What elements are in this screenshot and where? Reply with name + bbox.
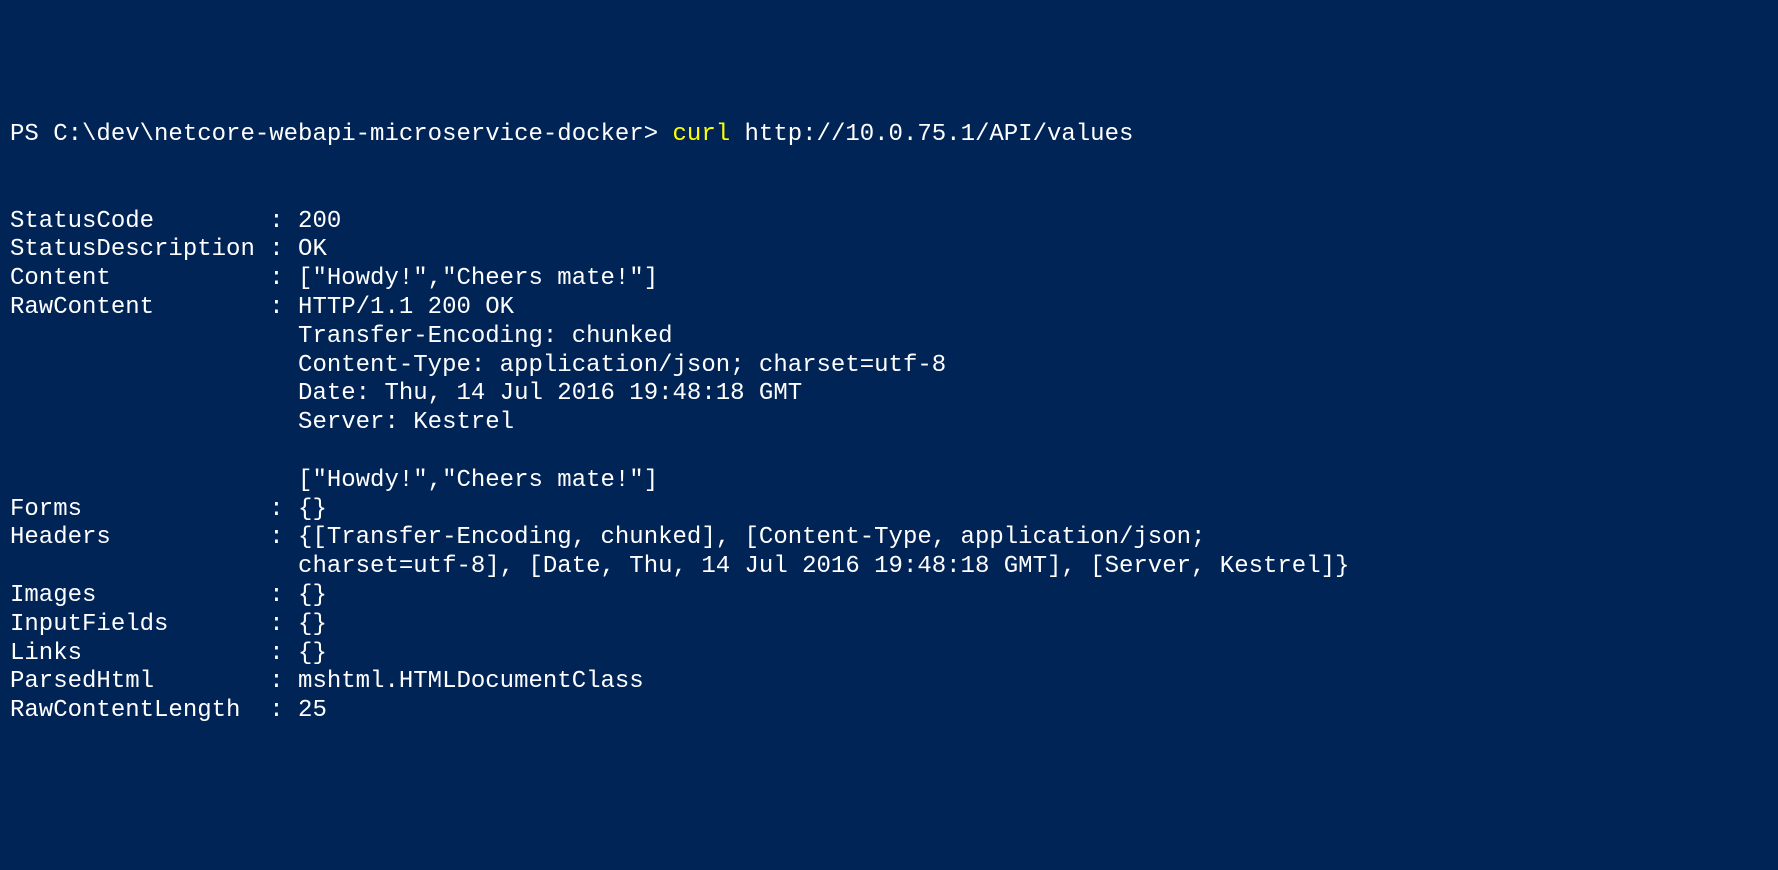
raw-content-row: RawContent : HTTP/1.1 200 OK (10, 294, 514, 321)
prompt-prefix: PS C:\dev\netcore-webapi-microservice-do… (10, 121, 673, 148)
raw-content-row: Date: Thu, 14 Jul 2016 19:48:18 GMT (10, 380, 802, 407)
raw-content-row: Transfer-Encoding: chunked (10, 323, 673, 350)
raw-content-length-row: RawContentLength : 25 (10, 697, 327, 724)
links-row: Links : {} (10, 640, 327, 667)
status-description-row: StatusDescription : OK (10, 236, 327, 263)
headers-row: charset=utf-8], [Date, Thu, 14 Jul 2016 … (10, 553, 1349, 580)
raw-content-row: Content-Type: application/json; charset=… (10, 352, 946, 379)
command-name: curl (673, 121, 731, 148)
terminal-output[interactable]: PS C:\dev\netcore-webapi-microservice-do… (10, 121, 1768, 726)
command-args: http://10.0.75.1/API/values (730, 121, 1133, 148)
raw-content-row: ["Howdy!","Cheers mate!"] (10, 467, 658, 494)
raw-content-row: Server: Kestrel (10, 409, 514, 436)
content-row: Content : ["Howdy!","Cheers mate!"] (10, 265, 658, 292)
images-row: Images : {} (10, 582, 327, 609)
parsed-html-row: ParsedHtml : mshtml.HTMLDocumentClass (10, 668, 644, 695)
status-code-row: StatusCode : 200 (10, 208, 341, 235)
input-fields-row: InputFields : {} (10, 611, 327, 638)
forms-row: Forms : {} (10, 496, 327, 523)
headers-row: Headers : {[Transfer-Encoding, chunked],… (10, 524, 1205, 551)
